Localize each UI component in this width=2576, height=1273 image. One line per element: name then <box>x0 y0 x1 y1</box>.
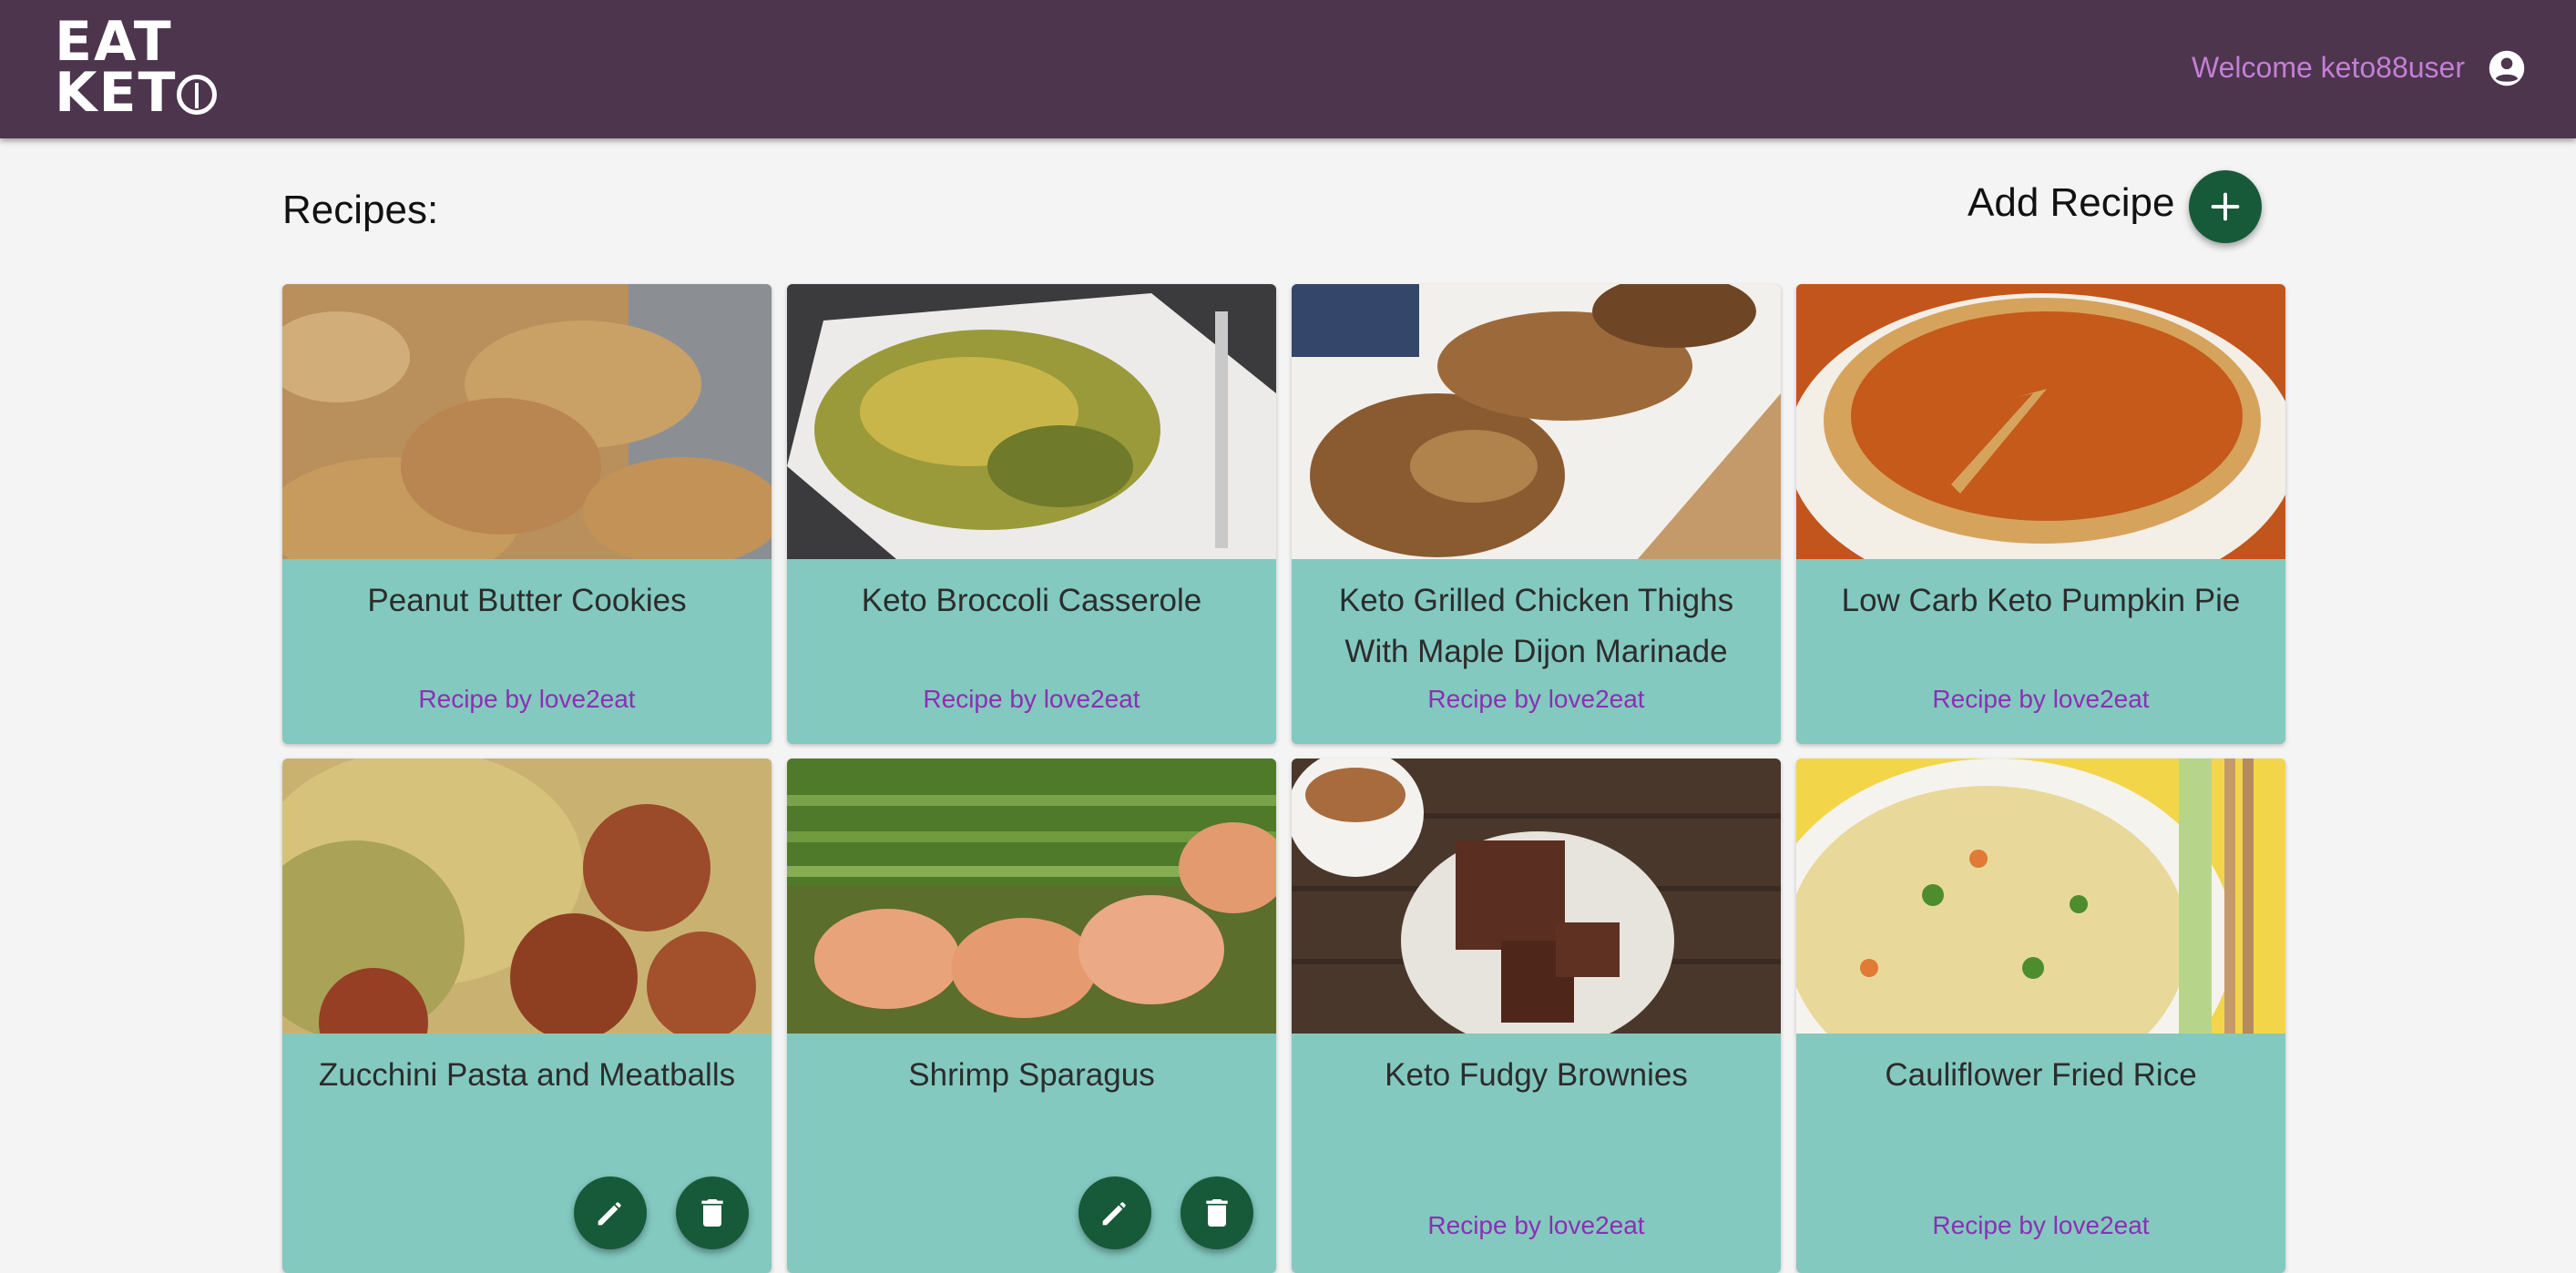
recipe-card[interactable]: Shrimp Sparagus <box>787 759 1276 1273</box>
recipe-title: Cauliflower Fried Rice <box>1885 1057 2197 1093</box>
recipe-grid: Peanut Butter Cookies Recipe by love2eat… <box>282 284 2286 1273</box>
recipe-author: Recipe by love2eat <box>1932 685 2150 713</box>
recipe-image-grilled-chicken[interactable] <box>1292 284 1781 559</box>
recipe-image-pumpkin-pie[interactable] <box>1796 284 2285 559</box>
recipe-author: Recipe by love2eat <box>1932 1211 2150 1239</box>
recipe-title: Keto Grilled Chicken Thighs With Maple D… <box>1338 583 1734 669</box>
fork-plate-icon <box>177 75 218 115</box>
add-recipe-button[interactable] <box>2189 170 2262 243</box>
recipe-card[interactable]: Cauliflower Fried Rice Recipe by love2ea… <box>1796 759 2285 1273</box>
logo-text-ket: KET <box>55 61 178 125</box>
recipe-image-broccoli-casserole[interactable] <box>787 284 1276 559</box>
page-title: Recipes: <box>282 188 439 232</box>
welcome-text: Welcome keto88user <box>2192 51 2465 84</box>
recipe-card[interactable]: Keto Grilled Chicken Thighs With Maple D… <box>1292 284 1781 744</box>
recipe-card[interactable]: Zucchini Pasta and Meatballs <box>282 759 772 1273</box>
delete-icon <box>701 1199 723 1227</box>
delete-recipe-button[interactable] <box>676 1176 749 1249</box>
add-recipe-label[interactable]: Add Recipe <box>1968 180 2174 226</box>
recipe-title: Peanut Butter Cookies <box>367 583 687 618</box>
edit-icon <box>598 1202 621 1226</box>
recipe-card[interactable]: Keto Fudgy Brownies Recipe by love2eat <box>1292 759 1781 1273</box>
recipe-card[interactable]: Peanut Butter Cookies Recipe by love2eat <box>282 284 772 744</box>
edit-recipe-button[interactable] <box>1078 1176 1151 1249</box>
edit-recipe-button[interactable] <box>574 1176 647 1249</box>
recipe-card[interactable]: Keto Broccoli Casserole Recipe by love2e… <box>787 284 1276 744</box>
logo-line-keto: KET <box>55 66 219 120</box>
recipe-author: Recipe by love2eat <box>1427 1211 1645 1239</box>
account-circle-icon[interactable] <box>2488 49 2526 87</box>
eat-keto-logo[interactable]: EAT KET <box>55 10 219 120</box>
plus-icon <box>2211 192 2240 221</box>
recipe-title: Shrimp Sparagus <box>908 1057 1155 1093</box>
recipe-card[interactable]: Low Carb Keto Pumpkin Pie Recipe by love… <box>1796 284 2285 744</box>
recipe-title: Keto Fudgy Brownies <box>1385 1057 1688 1093</box>
recipe-author: Recipe by love2eat <box>418 685 636 713</box>
recipe-title: Zucchini Pasta and Meatballs <box>318 1057 736 1093</box>
recipe-author: Recipe by love2eat <box>923 685 1140 713</box>
app-header: EAT KET Welcome keto88user <box>0 0 2576 138</box>
recipe-image-cauliflower-fried-rice[interactable] <box>1796 759 2285 1034</box>
delete-recipe-button[interactable] <box>1181 1176 1253 1249</box>
logo-line-eat: EAT <box>55 10 173 74</box>
recipe-image-fudgy-brownies[interactable] <box>1292 759 1781 1034</box>
delete-icon <box>1206 1199 1228 1227</box>
recipe-title: Low Carb Keto Pumpkin Pie <box>1841 583 2241 618</box>
recipe-image-shrimp-asparagus[interactable] <box>787 759 1276 1034</box>
recipe-author: Recipe by love2eat <box>1427 685 1645 713</box>
recipe-image-zucchini-pasta[interactable] <box>282 759 772 1034</box>
edit-icon <box>1102 1202 1126 1226</box>
recipe-image-peanut-butter-cookies[interactable] <box>282 284 772 559</box>
recipe-title: Keto Broccoli Casserole <box>861 583 1202 618</box>
